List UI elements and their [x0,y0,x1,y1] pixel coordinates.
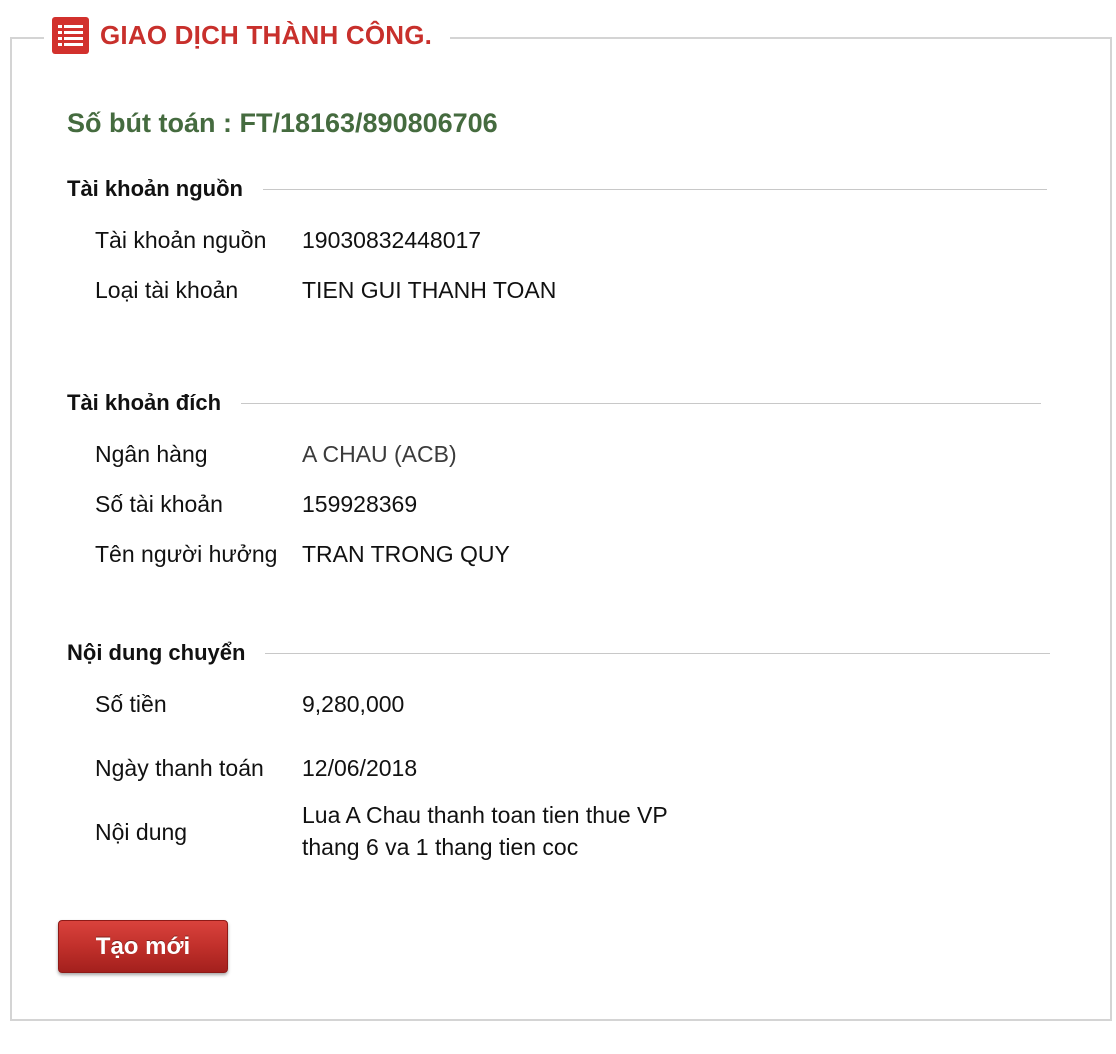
account-number-label: Số tài khoản [95,491,223,517]
payment-date-value: 12/06/2018 [302,755,418,781]
transaction-reference: Số bút toán : FT/18163/890806706 [67,108,498,138]
description-line: thang 6 va 1 thang tien coc [302,834,579,860]
page-title: GIAO DỊCH THÀNH CÔNG. [100,19,433,50]
beneficiary-label: Tên người hưởng [95,541,278,567]
account-number-value: 159928369 [302,491,418,517]
section-transfer-content: Nội dung chuyển [67,640,1051,666]
section-divider [241,402,1042,404]
amount-label: Số tiền [95,691,167,717]
section-heading: Nội dung chuyển [67,640,246,665]
section-divider [263,188,1047,190]
bank-label: Ngân hàng [95,441,208,467]
description-label: Nội dung [95,819,188,845]
beneficiary-value: TRAN TRONG QUY [302,541,510,567]
section-heading: Tài khoản đích [67,390,222,415]
description-line: Lua A Chau thanh toan tien thue VP [302,802,668,828]
section-source-account: Tài khoản nguồn [67,176,1047,202]
bank-value: A CHAU (ACB) [302,441,457,467]
account-type-label: Loại tài khoản [95,277,239,303]
description-value: Lua A Chau thanh toan tien thue VP thang… [302,799,668,863]
account-type-value: TIEN GUI THANH TOAN [302,277,557,303]
amount-value: 9,280,000 [302,691,405,717]
section-destination-account: Tài khoản đích [67,390,1042,416]
panel-legend: GIAO DỊCH THÀNH CÔNG. [44,15,451,55]
create-new-button[interactable]: Tạo mới [58,920,228,973]
source-account-label: Tài khoản nguồn [95,227,267,253]
source-account-value: 19030832448017 [302,227,482,253]
payment-date-label: Ngày thanh toán [95,755,264,781]
list-icon [52,16,89,54]
section-divider [265,652,1051,654]
section-heading: Tài khoản nguồn [67,176,243,201]
